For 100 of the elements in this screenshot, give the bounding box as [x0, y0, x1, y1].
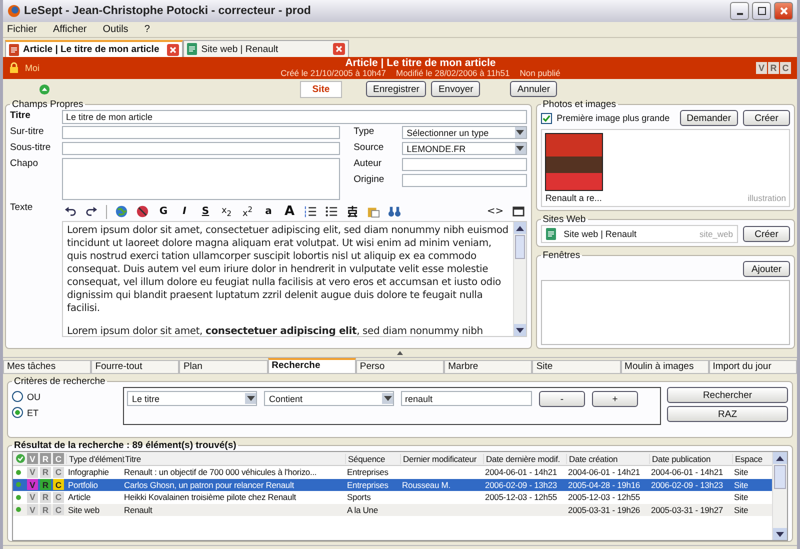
- column-header[interactable]: Espace: [732, 454, 762, 464]
- panel-tab[interactable]: Perso: [356, 360, 444, 374]
- close-tab-icon[interactable]: [333, 43, 346, 55]
- scrollbar[interactable]: [772, 452, 787, 540]
- minimize-button[interactable]: [730, 2, 749, 20]
- flag-badge[interactable]: R: [40, 466, 51, 478]
- save-button[interactable]: Enregistrer: [366, 81, 426, 97]
- format-button[interactable]: I: [178, 206, 191, 217]
- search-field[interactable]: renault: [401, 391, 532, 406]
- format-button[interactable]: G: [157, 206, 170, 217]
- input-field[interactable]: [62, 142, 340, 155]
- cancel-button[interactable]: Annuler: [510, 81, 558, 97]
- operator-dropdown[interactable]: Contient: [264, 391, 394, 406]
- numbered-list-icon[interactable]: [304, 205, 317, 218]
- paste-icon[interactable]: [367, 205, 380, 218]
- status-flag[interactable]: V: [756, 62, 767, 74]
- input-field[interactable]: [62, 126, 340, 139]
- input-field[interactable]: [402, 174, 527, 187]
- format-button[interactable]: x$^{2}$: [241, 204, 254, 218]
- special-character-icon[interactable]: [346, 205, 359, 218]
- flag-badge[interactable]: V: [27, 466, 38, 478]
- panel-tab[interactable]: Plan: [179, 360, 268, 374]
- scroll-up-icon[interactable]: [776, 456, 784, 460]
- flag-badge[interactable]: C: [53, 479, 64, 490]
- title-field[interactable]: Le titre de mon article: [62, 110, 527, 124]
- radio-option[interactable]: OU: [12, 391, 117, 402]
- panel-tab[interactable]: Import du jour: [708, 360, 797, 374]
- type-dropdown[interactable]: Sélectionner un type: [402, 126, 527, 139]
- scroll-down-icon[interactable]: [776, 532, 784, 536]
- website-item[interactable]: Site web | Renault site_web: [540, 225, 738, 243]
- column-header[interactable]: Titre: [122, 454, 344, 464]
- search-button[interactable]: Rechercher: [667, 387, 788, 403]
- flag-badge[interactable]: V: [27, 492, 38, 503]
- send-button[interactable]: Envoyer: [431, 81, 480, 97]
- status-flag[interactable]: C: [780, 62, 791, 74]
- flag-badge[interactable]: V: [27, 504, 38, 516]
- table-row[interactable]: V R C Portfolio Carlos Ghosn, un patron pour relancer Renault Entreprises Rousseau M. 2006-02-09 - 13h23 2005-04-28 - 19h16 2006-02-09 - 13h23 Site: [13, 478, 772, 491]
- request-button[interactable]: Demander: [680, 110, 738, 126]
- close-button[interactable]: [774, 2, 793, 20]
- field-dropdown[interactable]: Le titre: [127, 391, 257, 406]
- panel-tab[interactable]: Recherche: [268, 358, 356, 374]
- flag-badge[interactable]: R: [40, 479, 51, 490]
- column-header[interactable]: Séquence: [345, 454, 399, 464]
- create-button[interactable]: Créer: [743, 110, 790, 126]
- panel-tab[interactable]: Marbre: [444, 360, 532, 374]
- close-tab-icon[interactable]: [167, 44, 180, 56]
- table-row[interactable]: V R C Infographie Renault : un objectif de 700 000 véhicules à l'horizo... Entreprises 2004-06-01 - 14h21 2004-06-01 - 14h21 2004-06-01 - 14h21 Site: [13, 466, 772, 478]
- bullet-list-icon[interactable]: [325, 205, 338, 218]
- photo-placeholder[interactable]: [544, 133, 603, 191]
- format-button[interactable]: x$_{2}$: [220, 206, 233, 218]
- reset-button[interactable]: RAZ: [667, 406, 788, 422]
- globe-icon[interactable]: [115, 205, 128, 218]
- add-criterion-button[interactable]: +: [592, 391, 638, 407]
- column-header[interactable]: Date création: [566, 454, 648, 464]
- flag-badge[interactable]: C: [53, 492, 64, 503]
- create-button[interactable]: Créer: [743, 226, 790, 242]
- menu-item[interactable]: ?: [144, 24, 150, 35]
- scroll-down-icon[interactable]: [516, 328, 524, 332]
- format-button[interactable]: a: [262, 206, 275, 217]
- status-flag[interactable]: R: [768, 62, 779, 74]
- source-button[interactable]: <>: [486, 206, 504, 217]
- owner-label: Moi: [25, 63, 41, 73]
- menu-item[interactable]: Afficher: [53, 24, 87, 35]
- scroll-thumb[interactable]: [774, 465, 786, 489]
- panel-tab[interactable]: Moulin à images: [620, 360, 709, 374]
- panel-tab[interactable]: Fourre-tout: [91, 360, 180, 374]
- format-button[interactable]: S: [199, 206, 212, 217]
- scroll-thumb[interactable]: [514, 235, 525, 259]
- table-row[interactable]: V R C Site web Renault A la Une 2005-03-31 - 19h26 2005-03-31 - 19h27 Site: [13, 504, 772, 516]
- scroll-up-icon[interactable]: [516, 226, 524, 230]
- panel-tab[interactable]: Mes tâches: [3, 360, 92, 374]
- table-row[interactable]: V R C Article Heikki Kovalainen troisième pilote chez Renault Sports 2005-12-03 - 12h55 2005-12-03 - 12h55 Site: [13, 491, 772, 504]
- flag-badge[interactable]: R: [40, 492, 51, 503]
- add-button[interactable]: Ajouter: [743, 261, 790, 277]
- flag-badge[interactable]: V: [27, 479, 38, 490]
- maximize-button[interactable]: [752, 2, 771, 20]
- flag-badge[interactable]: C: [53, 504, 64, 516]
- input-field[interactable]: [402, 158, 527, 171]
- undo-icon[interactable]: [64, 205, 77, 218]
- radio-option[interactable]: ET: [12, 407, 117, 418]
- document-tab[interactable]: Site web | Renault: [183, 40, 350, 57]
- checkbox[interactable]: [540, 112, 552, 124]
- column-header[interactable]: Date dernière modif.: [483, 454, 565, 464]
- panel-tab[interactable]: Site: [532, 360, 621, 374]
- document-tab[interactable]: Article | Le titre de mon article: [5, 40, 184, 57]
- menu-item[interactable]: Fichier: [7, 24, 38, 35]
- site-tab[interactable]: Site: [300, 80, 342, 98]
- scrollbar[interactable]: [512, 222, 526, 336]
- remove-criterion-button[interactable]: -: [539, 391, 585, 407]
- column-header[interactable]: Date publication: [649, 454, 731, 464]
- redo-icon[interactable]: [85, 205, 98, 218]
- format-button[interactable]: A: [283, 204, 296, 219]
- source-dropdown[interactable]: LEMONDE.FR: [402, 142, 527, 155]
- menu-item[interactable]: Outils: [102, 24, 128, 35]
- flag-badge[interactable]: C: [53, 466, 64, 478]
- flag-badge[interactable]: R: [40, 504, 51, 516]
- window-icon[interactable]: [512, 205, 525, 218]
- binoculars-icon[interactable]: [388, 205, 401, 218]
- column-header[interactable]: Dernier modificateur: [400, 454, 482, 464]
- collapse-arrow-icon[interactable]: [397, 351, 403, 355]
